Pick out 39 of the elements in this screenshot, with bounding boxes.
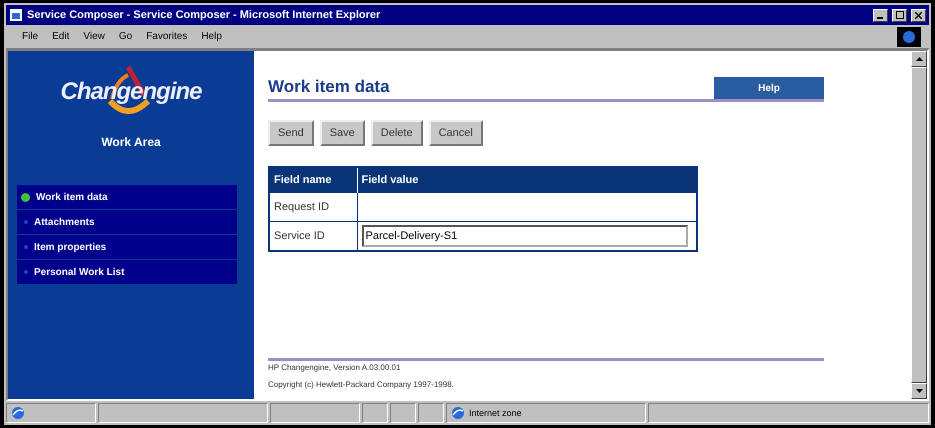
globe-icon [451, 406, 465, 420]
status-pane [390, 403, 416, 423]
sidebar-heading: Work Area [101, 135, 161, 149]
status-pane [418, 403, 444, 423]
menu-item[interactable]: File [22, 31, 38, 42]
menu-item[interactable]: Help [201, 31, 222, 42]
footer-text: HP Changengine, Version A.03.00.01 [268, 363, 402, 372]
menu-item[interactable]: Go [118, 31, 132, 42]
action-button[interactable]: Send [268, 120, 314, 146]
nav-item[interactable]: Attachments [17, 210, 237, 235]
column-header: Field value [357, 167, 697, 192]
action-button[interactable]: Cancel [428, 120, 483, 146]
menu-item[interactable]: Favorites [146, 31, 188, 42]
nav-item[interactable]: Work item data [17, 185, 237, 210]
table-cell: Request ID [269, 192, 357, 222]
page-icon [9, 8, 23, 22]
maximize-button[interactable] [892, 8, 907, 22]
nav-item[interactable]: Personal Work List [17, 260, 237, 285]
nav-item[interactable]: Item properties [17, 235, 237, 260]
status-pane [362, 403, 388, 423]
help-button[interactable]: Help [714, 77, 824, 99]
menu-item[interactable]: Edit [52, 31, 70, 42]
down-arrow-icon [916, 389, 922, 393]
column-header: Field name [269, 167, 357, 192]
minimize-button[interactable] [873, 8, 888, 22]
footer-text: Copyright (c) Hewlett-Packard Company 1997-1998. [268, 380, 455, 389]
page-status-icon [11, 406, 25, 420]
page-title: Work item data [268, 77, 390, 98]
scrollbar[interactable] [911, 51, 927, 399]
window-title: Service Composer - Service Composer - Microsoft Internet Explorer [27, 9, 382, 21]
action-button[interactable]: Delete [370, 120, 423, 146]
maximize-icon [896, 11, 904, 19]
close-button[interactable] [911, 8, 926, 22]
up-arrow-icon [916, 57, 922, 61]
action-button[interactable]: Save [320, 120, 365, 146]
input-field[interactable]: Parcel-Delivery-S1 [362, 224, 688, 247]
menu-item[interactable]: View [83, 31, 105, 42]
close-icon [915, 12, 922, 18]
zone-text: Internet zone [469, 408, 522, 418]
